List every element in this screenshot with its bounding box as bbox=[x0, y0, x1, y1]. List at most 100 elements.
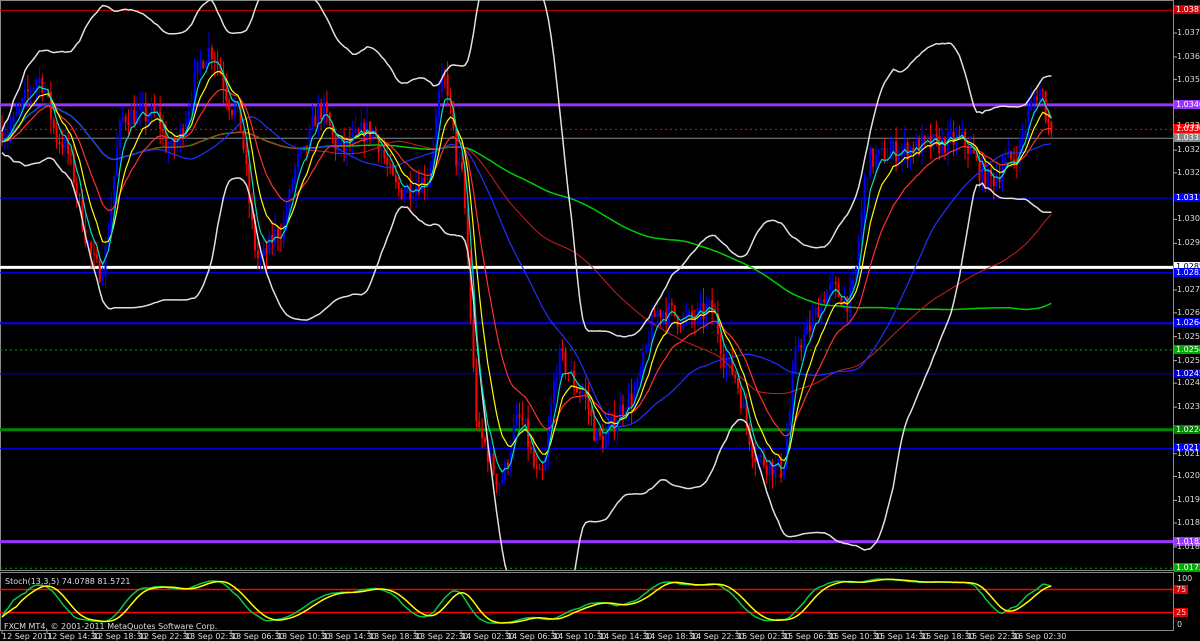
candle-body bbox=[95, 254, 98, 259]
price-tag-1.02240: 1.02240 bbox=[1174, 424, 1200, 434]
candle-body bbox=[656, 310, 659, 317]
candle-body bbox=[949, 131, 952, 133]
price-tick-label: 1.03380 bbox=[1177, 121, 1200, 131]
candle-body bbox=[794, 346, 797, 372]
candle-body bbox=[532, 449, 535, 467]
candle-body bbox=[877, 149, 880, 155]
candle-body bbox=[604, 433, 607, 448]
price-chart[interactable] bbox=[0, 0, 1200, 641]
price-tick-label: 1.02500 bbox=[1177, 355, 1200, 365]
candle-body bbox=[44, 89, 47, 93]
candle-body bbox=[1030, 100, 1033, 110]
candle-body bbox=[118, 120, 121, 148]
price-tick-label: 1.03205 bbox=[1177, 167, 1200, 177]
candle-body bbox=[501, 480, 504, 484]
candle-body bbox=[662, 311, 665, 317]
candle-body bbox=[242, 130, 245, 150]
candle-body bbox=[458, 162, 461, 166]
candle-body bbox=[380, 150, 383, 153]
price-tag-1.02450: 1.02450 bbox=[1174, 368, 1200, 378]
candle-body bbox=[52, 119, 55, 128]
candle-body bbox=[702, 303, 705, 319]
candle-body bbox=[265, 247, 268, 254]
candle-body bbox=[1047, 120, 1050, 122]
candle-body bbox=[285, 214, 288, 222]
candle-body bbox=[941, 137, 944, 154]
candle-body bbox=[409, 184, 412, 199]
candle-body bbox=[320, 103, 323, 119]
price-tick-label: 1.02765 bbox=[1177, 284, 1200, 294]
indicator-label: Stoch(13,3,5) 74.0788 81.5721 bbox=[5, 577, 131, 586]
candle-body bbox=[869, 148, 872, 179]
candle-body bbox=[639, 371, 642, 378]
candle-body bbox=[262, 247, 265, 256]
candle-body bbox=[412, 195, 415, 199]
main-pane-border bbox=[0, 0, 1174, 571]
candle-body bbox=[101, 277, 104, 282]
candle-body bbox=[699, 303, 702, 309]
candle-body bbox=[875, 154, 877, 167]
candle-body bbox=[228, 100, 231, 111]
candle-body bbox=[734, 374, 737, 379]
candle-body bbox=[593, 415, 596, 441]
candle-body bbox=[383, 150, 386, 158]
candle-body bbox=[909, 147, 912, 160]
candle-body bbox=[708, 300, 711, 306]
candle-body bbox=[386, 157, 389, 165]
stoch-main-line bbox=[1, 578, 1052, 624]
candle-body bbox=[210, 47, 213, 60]
candle-body bbox=[314, 115, 317, 127]
candle-body bbox=[682, 315, 685, 328]
candle-body bbox=[481, 427, 484, 439]
candle-body bbox=[622, 404, 624, 415]
candle-body bbox=[400, 188, 403, 200]
candle-body bbox=[26, 89, 29, 92]
candle-body bbox=[127, 121, 130, 126]
candle-body bbox=[685, 314, 688, 316]
price-tag-1.02640: 1.02640 bbox=[1174, 318, 1200, 328]
price-tick-label: 1.02679 bbox=[1177, 307, 1200, 317]
candle-body bbox=[245, 149, 248, 164]
candle-body bbox=[1024, 129, 1027, 135]
candle-body bbox=[64, 137, 67, 149]
candle-body bbox=[892, 141, 895, 151]
candle-body bbox=[498, 483, 501, 486]
candle-body bbox=[144, 104, 147, 122]
candle-body bbox=[1038, 89, 1041, 101]
candle-body bbox=[492, 452, 495, 475]
candle-body bbox=[199, 61, 202, 63]
candle-body bbox=[268, 234, 271, 254]
price-tag-1.03815: 1.03815 bbox=[1174, 5, 1200, 15]
stoch-level-tag-25: 25 bbox=[1174, 607, 1189, 617]
candle-body bbox=[926, 136, 929, 138]
candle-body bbox=[389, 164, 392, 166]
candle-body bbox=[800, 345, 803, 349]
candle-body bbox=[446, 74, 449, 96]
price-tick-label: 1.01890 bbox=[1177, 517, 1200, 527]
candle-body bbox=[357, 129, 360, 132]
candle-body bbox=[150, 105, 153, 118]
sma200-line bbox=[1, 103, 1052, 311]
candle-body bbox=[541, 469, 544, 471]
candle-body bbox=[596, 429, 599, 441]
candle-body bbox=[760, 455, 762, 458]
price-tag-1.01720: 1.01720 bbox=[1174, 563, 1200, 573]
candle-body bbox=[162, 128, 164, 132]
candle-body bbox=[113, 176, 116, 207]
candle-body bbox=[208, 47, 210, 62]
candle-body bbox=[535, 466, 538, 469]
candle-body bbox=[524, 418, 527, 421]
candle-body bbox=[739, 388, 742, 409]
candle-body bbox=[403, 192, 406, 200]
candle-body bbox=[55, 127, 58, 143]
candle-body bbox=[538, 468, 541, 470]
candle-body bbox=[952, 131, 955, 145]
candle-body bbox=[987, 168, 990, 189]
candle-body bbox=[38, 78, 41, 83]
candle-body bbox=[898, 155, 900, 162]
candle-body bbox=[231, 110, 233, 116]
candle-body bbox=[814, 307, 817, 316]
candle-body bbox=[647, 344, 650, 346]
candle-body bbox=[1050, 121, 1053, 132]
price-tick-label: 1.03030 bbox=[1177, 214, 1200, 224]
